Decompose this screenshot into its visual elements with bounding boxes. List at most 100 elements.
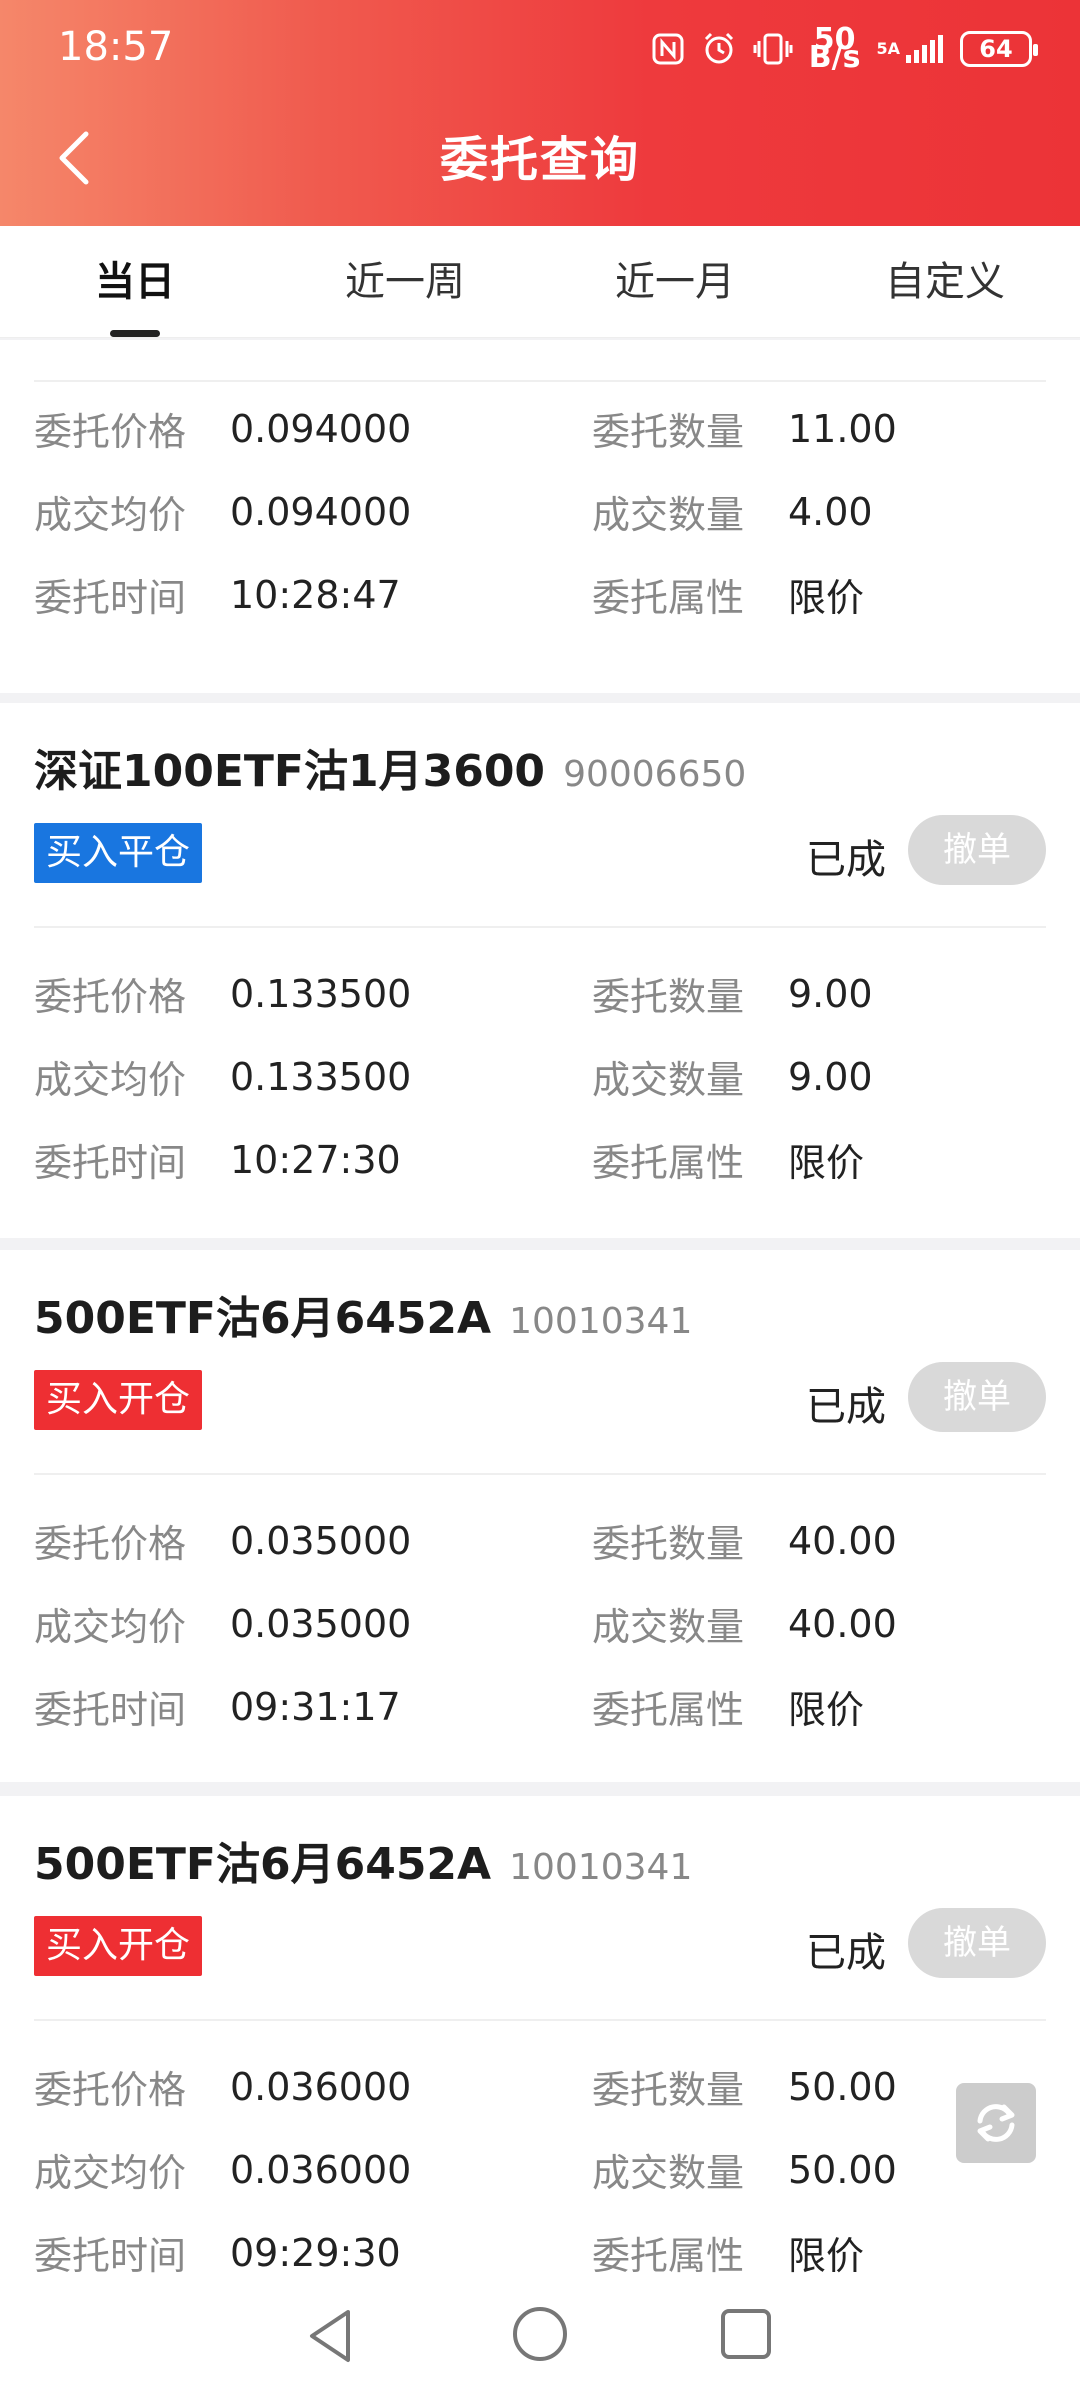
stock-code: 10010341 [509, 1847, 693, 1888]
stock-code: 10010341 [509, 1301, 693, 1342]
order-attr: 限价 [788, 1688, 865, 1732]
order-fields: 委托价格 0.036000 委托数量 50.00 成交均价 0.036000 成交数量 50… [0, 2021, 1080, 2294]
field-label: 委托时间 [34, 1688, 187, 1732]
cancel-order-button[interactable]: 撤单 [908, 815, 1046, 885]
order-type-badge: 买入平仓 [34, 823, 203, 883]
stock-name-text: 500ETF沽6月6452A [34, 1839, 492, 1890]
field-label: 委托价格 [34, 410, 187, 454]
battery-icon: 64 [960, 31, 1038, 67]
period-tabs: 当日 近一周 近一月 自定义 [0, 226, 1080, 338]
order-qty: 11.00 [788, 406, 897, 451]
field-label: 委托时间 [34, 576, 187, 620]
order-fields: 委托价格 0.094000 委托数量 11.00 成交均价 0.094000 成交数量 4.… [0, 387, 1080, 636]
order-type-badge: 买入开仓 [34, 1916, 203, 1976]
order-fields: 委托价格 0.035000 委托数量 40.00 成交均价 0.035000 成交数量 40… [0, 1475, 1080, 1748]
order-qty: 40.00 [788, 1518, 897, 1563]
signal-icon: 5A [876, 26, 944, 72]
field-label: 委托价格 [34, 975, 187, 1019]
field-label: 委托属性 [592, 1141, 745, 1185]
field-label: 成交数量 [592, 1605, 745, 1649]
status-badge: 已成 [806, 837, 886, 883]
triangle-back-icon [310, 2310, 350, 2362]
field-label: 成交均价 [34, 493, 187, 537]
field-label: 成交均价 [34, 1058, 187, 1102]
order-avg-price: 0.036000 [230, 2147, 412, 2192]
field-label: 委托时间 [34, 2234, 187, 2278]
order-price: 0.133500 [230, 971, 412, 1016]
refresh-button[interactable] [956, 2083, 1036, 2163]
field-label: 成交数量 [592, 493, 745, 537]
stock-name-text: 深证100ETF沽1月3600 [34, 746, 546, 797]
field-label: 委托属性 [592, 2234, 745, 2278]
order-attr: 限价 [788, 576, 865, 620]
order-time: 09:29:30 [230, 2230, 401, 2275]
order-avg-price: 0.094000 [230, 489, 412, 534]
system-nav-bar [0, 2286, 1080, 2387]
stock-name-text: 500ETF沽6月6452A [34, 1293, 492, 1344]
order-filled-qty: 4.00 [788, 489, 873, 534]
card-divider [34, 380, 1046, 382]
order-qty: 9.00 [788, 971, 873, 1016]
order-card[interactable]: 深证100ETF沽1月3600 90006650 买入平仓 已成 撤单 委托价格 0… [0, 703, 1080, 1238]
order-card[interactable]: 500ETF沽6月6452A 10010341 买入开仓 已成 撤单 委托价格 0.… [0, 1250, 1080, 1782]
order-price: 0.094000 [230, 406, 412, 451]
order-attr: 限价 [788, 2234, 865, 2278]
circle-home-icon [513, 2307, 567, 2361]
order-price: 0.035000 [230, 1518, 412, 1563]
stock-code: 90006650 [563, 754, 747, 795]
tab-custom[interactable]: 自定义 [810, 226, 1080, 337]
order-time: 09:31:17 [230, 1684, 401, 1729]
field-label: 委托数量 [592, 1522, 745, 1566]
status-time: 18:57 [58, 24, 174, 70]
field-label: 委托数量 [592, 975, 745, 1019]
nav-back-button[interactable] [302, 2306, 358, 2370]
field-label: 委托属性 [592, 576, 745, 620]
status-bar: 18:57 50 B/s 5A 64 [0, 0, 1080, 100]
field-label: 成交均价 [34, 2151, 187, 2195]
field-label: 委托价格 [34, 1522, 187, 1566]
order-card-header: 深证100ETF沽1月3600 90006650 买入平仓 已成 撤单 [34, 703, 1046, 928]
field-label: 委托时间 [34, 1141, 187, 1185]
order-avg-price: 0.035000 [230, 1601, 412, 1646]
page-title: 委托查询 [439, 132, 640, 188]
tab-today[interactable]: 当日 [0, 226, 270, 337]
net-speed-unit: B/s [808, 40, 861, 75]
nav-home-button[interactable] [510, 2304, 570, 2368]
tab-month[interactable]: 近一月 [540, 226, 810, 337]
status-badge: 已成 [806, 1930, 886, 1976]
order-price: 0.036000 [230, 2064, 412, 2109]
order-type-badge: 买入开仓 [34, 1370, 203, 1430]
order-attr: 限价 [788, 1141, 865, 1185]
order-time: 10:28:47 [230, 572, 401, 617]
order-filled-qty: 40.00 [788, 1601, 897, 1646]
status-icons: 50 B/s 5A 64 [651, 25, 1038, 75]
signal-label: 5A [876, 39, 900, 58]
cancel-order-button[interactable]: 撤单 [908, 1908, 1046, 1978]
order-filled-qty: 50.00 [788, 2147, 897, 2192]
tab-week[interactable]: 近一周 [270, 226, 540, 337]
alarm-icon [701, 26, 737, 72]
order-filled-qty: 9.00 [788, 1054, 873, 1099]
stock-name: 500ETF沽6月6452A 10010341 [34, 1828, 692, 1892]
order-card[interactable]: 500ETF沽6月6452A 10010341 买入开仓 已成 撤单 委托价格 0.… [0, 1796, 1080, 2316]
stock-name: 500ETF沽6月6452A 10010341 [34, 1282, 692, 1346]
field-label: 委托数量 [592, 2068, 745, 2112]
nav-recents-button[interactable] [718, 2306, 774, 2366]
order-avg-price: 0.133500 [230, 1054, 412, 1099]
order-qty: 50.00 [788, 2064, 897, 2109]
field-label: 委托属性 [592, 1688, 745, 1732]
field-label: 成交均价 [34, 1605, 187, 1649]
refresh-icon [977, 2104, 1015, 2142]
vibrate-icon [753, 26, 793, 72]
square-recents-icon [721, 2309, 771, 2359]
field-label: 成交数量 [592, 2151, 745, 2195]
cancel-order-button[interactable]: 撤单 [908, 1362, 1046, 1432]
order-fields: 委托价格 0.133500 委托数量 9.00 成交均价 0.133500 成交数量 9.0… [0, 928, 1080, 1201]
field-label: 成交数量 [592, 1058, 745, 1102]
net-speed: 50 B/s [808, 25, 861, 75]
order-card[interactable]: 委托价格 0.094000 委托数量 11.00 成交均价 0.094000 成交数量 4.… [0, 340, 1080, 693]
field-label: 委托价格 [34, 2068, 187, 2112]
nfc-icon [651, 26, 685, 72]
order-card-header: 500ETF沽6月6452A 10010341 买入开仓 已成 撤单 [34, 1796, 1046, 2021]
stock-name: 深证100ETF沽1月3600 90006650 [34, 735, 746, 799]
